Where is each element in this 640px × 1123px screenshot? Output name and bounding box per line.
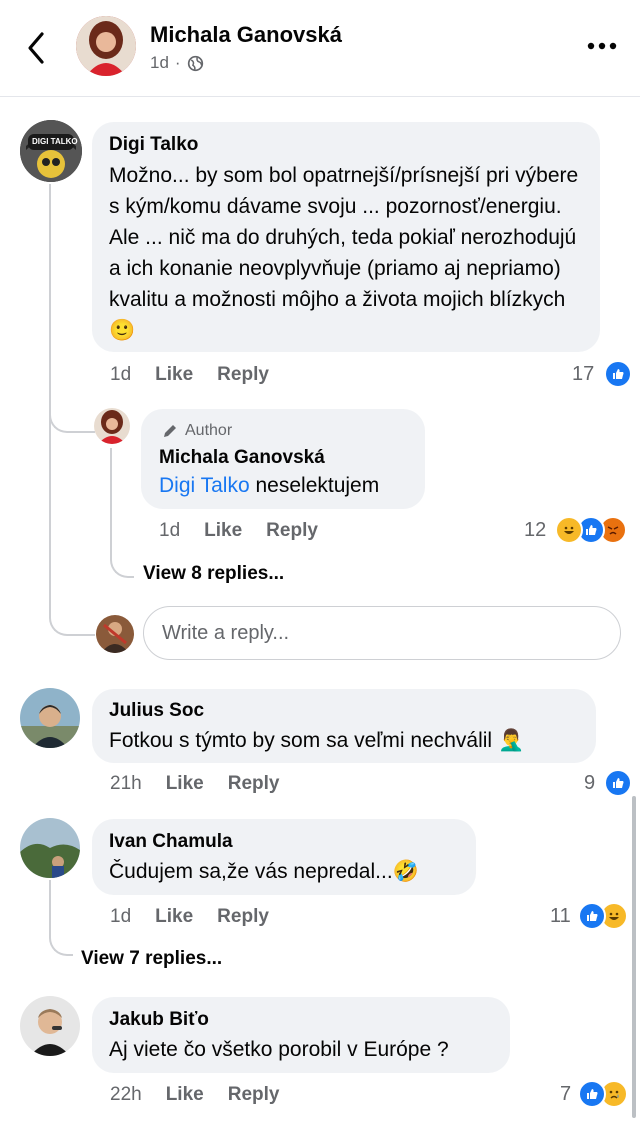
reaction-count[interactable]: 17 bbox=[572, 363, 594, 386]
commenter-avatar[interactable] bbox=[20, 996, 80, 1056]
post-header: Michala Ganovská 1d · bbox=[0, 0, 640, 97]
header-author-name[interactable]: Michala Ganovská bbox=[150, 22, 342, 48]
thread-curve bbox=[49, 600, 95, 636]
comment-actions: 1d Like Reply bbox=[110, 364, 293, 386]
reply-author-avatar[interactable] bbox=[94, 408, 130, 444]
like-button[interactable]: Like bbox=[204, 520, 242, 541]
comment-author[interactable]: Digi Talko bbox=[109, 134, 198, 156]
like-button[interactable]: Like bbox=[166, 773, 204, 794]
more-options-button[interactable] bbox=[584, 34, 620, 58]
comment-text: Čudujem sa,že vás nepredal... bbox=[109, 860, 393, 883]
smile-emoji: 🙂 bbox=[109, 319, 136, 342]
reply-input[interactable]: Write a reply... bbox=[143, 606, 621, 660]
back-button[interactable] bbox=[22, 28, 52, 68]
globe-icon bbox=[187, 55, 203, 71]
comment-actions: 1d Like Reply bbox=[110, 906, 293, 928]
thread-curve bbox=[110, 448, 134, 578]
comment-time: 1d bbox=[110, 364, 132, 385]
like-reaction-icon bbox=[604, 360, 632, 388]
separator-dot: · bbox=[174, 53, 181, 72]
post-time: 1d bbox=[150, 53, 169, 72]
reply-button[interactable]: Reply bbox=[217, 364, 269, 385]
view-replies-link[interactable]: View 8 replies... bbox=[143, 563, 284, 585]
thread-line bbox=[49, 184, 51, 604]
comment-time: 21h bbox=[110, 773, 142, 794]
reply-bubble[interactable]: Author Michala Ganovská Digi Talko nesel… bbox=[141, 409, 425, 509]
thread-curve bbox=[49, 395, 95, 433]
reply-actions: 1d Like Reply bbox=[159, 520, 342, 542]
facepalm-emoji: 🤦‍♂️ bbox=[497, 729, 525, 752]
reply-button[interactable]: Reply bbox=[228, 773, 280, 794]
comment-author[interactable]: Julius Soc bbox=[109, 700, 204, 722]
commenter-avatar[interactable] bbox=[20, 688, 80, 748]
comment-author[interactable]: Ivan Chamula bbox=[109, 831, 233, 853]
like-button[interactable]: Like bbox=[166, 1084, 204, 1105]
comment-time: 22h bbox=[110, 1084, 142, 1105]
reply-input-placeholder: Write a reply... bbox=[162, 622, 290, 644]
reaction-count[interactable]: 12 bbox=[524, 519, 546, 542]
scrollbar[interactable] bbox=[632, 796, 636, 1118]
back-arrow-icon bbox=[28, 32, 44, 64]
reply-author[interactable]: Michala Ganovská bbox=[159, 447, 325, 469]
author-badge: Author bbox=[185, 422, 233, 439]
like-reaction-icon bbox=[604, 769, 632, 797]
reply-text: neselektujem bbox=[255, 474, 380, 497]
pencil-icon bbox=[164, 425, 176, 437]
comment-text: Možno... by som bol opatrnejší/prísnejší… bbox=[109, 164, 579, 311]
reaction-count[interactable]: 7 bbox=[560, 1083, 571, 1106]
mention-link[interactable]: Digi Talko bbox=[159, 474, 250, 497]
haha-reaction-icon bbox=[555, 516, 583, 544]
reaction-count[interactable]: 11 bbox=[550, 905, 571, 928]
comment-bubble[interactable]: Ivan Chamula Čudujem sa,že vás nepredal.… bbox=[92, 819, 476, 895]
reply-time: 1d bbox=[159, 520, 181, 541]
like-reaction-icon bbox=[578, 1080, 606, 1108]
reply-button[interactable]: Reply bbox=[266, 520, 318, 541]
comment-author[interactable]: Jakub Biťo bbox=[109, 1009, 209, 1031]
like-button[interactable]: Like bbox=[155, 364, 193, 385]
commenter-avatar[interactable] bbox=[20, 818, 80, 878]
like-button[interactable]: Like bbox=[155, 906, 193, 927]
comment-actions: 22h Like Reply bbox=[110, 1084, 303, 1106]
commenter-avatar[interactable]: DIGI TALKO bbox=[20, 120, 82, 182]
more-dots-icon bbox=[587, 42, 617, 50]
avatar-label: DIGI TALKO bbox=[32, 137, 78, 146]
comment-text: Fotkou s týmto by som sa veľmi nechválil bbox=[109, 729, 493, 752]
comment-bubble[interactable]: Jakub Biťo Aj viete čo všetko porobil v … bbox=[92, 997, 510, 1073]
comment-actions: 21h Like Reply bbox=[110, 773, 303, 795]
like-reaction-icon bbox=[578, 902, 606, 930]
reply-button[interactable]: Reply bbox=[228, 1084, 280, 1105]
thread-curve bbox=[49, 918, 73, 956]
author-avatar[interactable] bbox=[76, 16, 136, 76]
reaction-count[interactable]: 9 bbox=[584, 772, 595, 795]
comment-time: 1d bbox=[110, 906, 132, 927]
current-user-avatar bbox=[96, 615, 134, 653]
comment-bubble[interactable]: Julius Soc Fotkou s týmto by som sa veľm… bbox=[92, 689, 596, 763]
comment-bubble[interactable]: Digi Talko Možno... by som bol opatrnejš… bbox=[92, 122, 600, 352]
view-replies-link[interactable]: View 7 replies... bbox=[81, 948, 222, 970]
comment-text-wrap: Možno... by som bol opatrnejší/prísnejší… bbox=[109, 160, 589, 346]
rofl-emoji: 🤣 bbox=[392, 860, 419, 883]
comment-text: Aj viete čo všetko porobil v Európe ? bbox=[109, 1038, 449, 1061]
reply-button[interactable]: Reply bbox=[217, 906, 269, 927]
